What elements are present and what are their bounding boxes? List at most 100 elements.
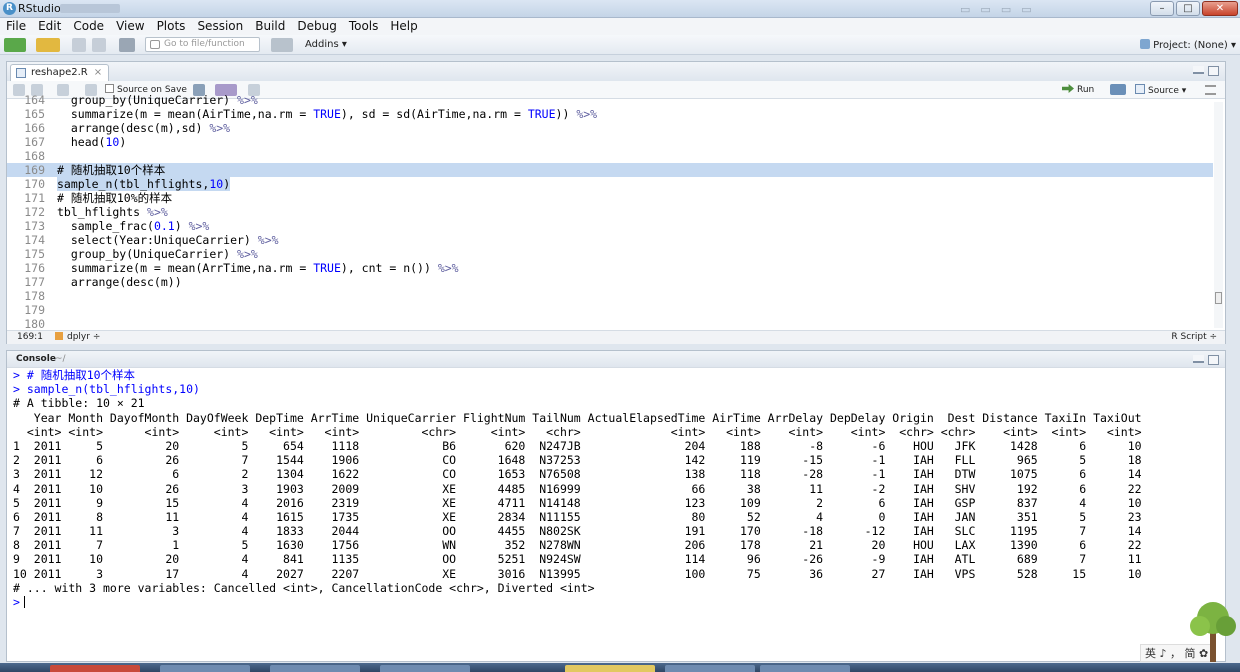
code-line: 172 tbl_hflights %>% [24, 205, 168, 219]
maximize-button[interactable]: □ [1176, 1, 1200, 16]
table-row: 2 2011 6 26 7 1544 1906 CO 1648 N37253 1… [13, 453, 1142, 468]
editor-scrollbar[interactable] [1214, 102, 1223, 328]
table-row: 10 2011 3 17 4 2027 2207 XE 3016 N13995 … [13, 566, 1142, 581]
code-line: 174 select(Year:UniqueCarrier) %>% [24, 233, 279, 247]
cursor-position: 169:1 [17, 332, 43, 342]
console-working-dir[interactable]: ~/ [55, 354, 66, 364]
faded-icon: ▭ [960, 3, 971, 16]
menu-bar: File Edit Code View Plots Session Build … [0, 18, 1240, 35]
console-prompt: > [13, 595, 20, 609]
main-toolbar: Go to file/function Addins ▾ Project: (N… [0, 35, 1240, 55]
scope-icon [55, 332, 63, 340]
menu-file[interactable]: File [0, 18, 32, 35]
console-title: Console [16, 354, 56, 364]
code-line-selected: 170 sample_n(tbl_hflights,10) [24, 177, 231, 191]
save-all-icon[interactable] [92, 38, 106, 52]
taskbar-item[interactable] [50, 665, 140, 672]
save-icon[interactable] [72, 38, 86, 52]
code-line: 180 [24, 317, 45, 330]
editor-tab-bar: reshape2.R × [7, 62, 1225, 81]
editor-status-bar: 169:1 dplyr ÷ R Script ÷ [7, 330, 1225, 344]
minimize-pane-icon[interactable] [1193, 66, 1204, 74]
r-file-icon [16, 68, 26, 78]
menu-tools[interactable]: Tools [343, 18, 385, 35]
menu-plots[interactable]: Plots [151, 18, 192, 35]
menu-build[interactable]: Build [249, 18, 291, 35]
table-row: 9 2011 10 20 4 841 1135 OO 5251 N924SW 1… [13, 552, 1142, 567]
code-line-selected: 169 # 随机抽取10个样本 [7, 163, 1213, 177]
close-button[interactable]: ✕ [1202, 1, 1238, 16]
code-line: 166 arrange(desc(m),sd) %>% [24, 121, 231, 135]
tab-reshape2[interactable]: reshape2.R × [10, 64, 110, 81]
addins-menu[interactable]: Addins ▾ [305, 39, 347, 50]
title-bar: R RStudio ▭ ▭ ▭ ▭ – □ ✕ [0, 0, 1240, 18]
project-label: Project: (None) ▾ [1153, 40, 1236, 51]
source-editor-pane: reshape2.R × Source on Save Run Source ▾ … [6, 61, 1226, 344]
new-file-icon[interactable] [4, 38, 26, 52]
goto-arrow-icon [150, 40, 160, 49]
blurred-title-extra [60, 4, 120, 13]
window-title: RStudio [18, 2, 61, 15]
code-line: 177 arrange(desc(m)) [24, 275, 182, 289]
tree-icon [1190, 602, 1236, 662]
faded-overlay-icons: ▭ ▭ ▭ ▭ [960, 3, 1032, 16]
taskbar-item[interactable] [565, 665, 655, 672]
file-type-selector[interactable]: R Script ÷ [1171, 331, 1217, 344]
console-input-line[interactable]: > [13, 595, 1223, 609]
console-pane: Console ~/ > # 随机抽取10个样本 > sample_n(tbl_… [6, 350, 1226, 662]
code-line: 176 summarize(m = mean(ArrTime,na.rm = T… [24, 261, 459, 275]
console-output-line: # ... with 3 more variables: Cancelled <… [13, 580, 595, 595]
maximize-pane-icon[interactable] [1208, 355, 1219, 365]
faded-icon: ▭ [1000, 3, 1012, 16]
code-line: 171 # 随机抽取10%的样本 [24, 191, 173, 205]
code-line: 168 [24, 149, 45, 163]
minimize-button[interactable]: – [1150, 1, 1174, 16]
project-menu[interactable]: Project: (None) ▾ [1140, 39, 1236, 51]
taskbar-item[interactable] [380, 665, 470, 672]
scope-selector[interactable]: dplyr ÷ [55, 331, 100, 344]
code-line: 167 head(10) [24, 135, 127, 149]
code-editor[interactable]: 164 group_by(UniqueCarrier) %>% 165 summ… [7, 93, 1213, 330]
code-line: 179 [24, 303, 45, 317]
console-output[interactable]: > # 随机抽取10个样本 > sample_n(tbl_hflights,10… [13, 368, 1223, 609]
text-cursor [23, 596, 25, 608]
table-row: 1 2011 5 20 5 654 1118 B6 620 N247JB 204… [13, 438, 1142, 453]
print-icon[interactable] [119, 38, 135, 52]
code-line: 175 group_by(UniqueCarrier) %>% [24, 247, 258, 261]
scroll-thumb[interactable] [1215, 292, 1222, 304]
menu-session[interactable]: Session [191, 18, 249, 35]
taskbar-item[interactable] [270, 665, 360, 672]
os-taskbar [0, 663, 1240, 672]
table-row: 5 2011 9 15 4 2016 2319 XE 4711 N14148 1… [13, 495, 1142, 510]
table-row: 4 2011 10 26 3 1903 2009 XE 4485 N16999 … [13, 481, 1142, 496]
open-file-icon[interactable] [36, 38, 60, 52]
console-output-line: # A tibble: 10 × 21 [13, 396, 145, 411]
code-line: 178 [24, 289, 45, 303]
rstudio-app-icon: R [3, 2, 16, 15]
menu-debug[interactable]: Debug [291, 18, 342, 35]
maximize-pane-icon[interactable] [1208, 66, 1219, 76]
goto-file-placeholder: Go to file/function [164, 39, 245, 49]
faded-icon: ▭ [1021, 3, 1032, 16]
table-row: 3 2011 12 6 2 1304 1622 CO 1653 N76508 1… [13, 467, 1142, 482]
menu-code[interactable]: Code [67, 18, 110, 35]
table-row: 7 2011 11 3 4 1833 2044 OO 4455 N802SK 1… [13, 524, 1142, 539]
code-line: 164 group_by(UniqueCarrier) %>% [24, 93, 258, 107]
code-line: 173 sample_frac(0.1) %>% [24, 219, 210, 233]
minimize-pane-icon[interactable] [1193, 355, 1204, 363]
console-command-line: > # 随机抽取10个样本 [13, 368, 136, 382]
workspace-panes-icon[interactable] [271, 38, 293, 52]
close-tab-icon[interactable]: × [94, 67, 102, 78]
menu-edit[interactable]: Edit [32, 18, 67, 35]
console-header: Console ~/ [7, 351, 1225, 368]
taskbar-item[interactable] [760, 665, 850, 672]
goto-file-input[interactable]: Go to file/function [145, 37, 260, 52]
menu-view[interactable]: View [110, 18, 150, 35]
menu-help[interactable]: Help [384, 18, 423, 35]
code-line: 165 summarize(m = mean(AirTime,na.rm = T… [24, 107, 598, 121]
console-command-line: > sample_n(tbl_hflights,10) [13, 382, 200, 397]
taskbar-item[interactable] [160, 665, 250, 672]
tab-label: reshape2.R [31, 67, 88, 78]
scope-label: dplyr ÷ [67, 332, 101, 342]
taskbar-item[interactable] [665, 665, 755, 672]
